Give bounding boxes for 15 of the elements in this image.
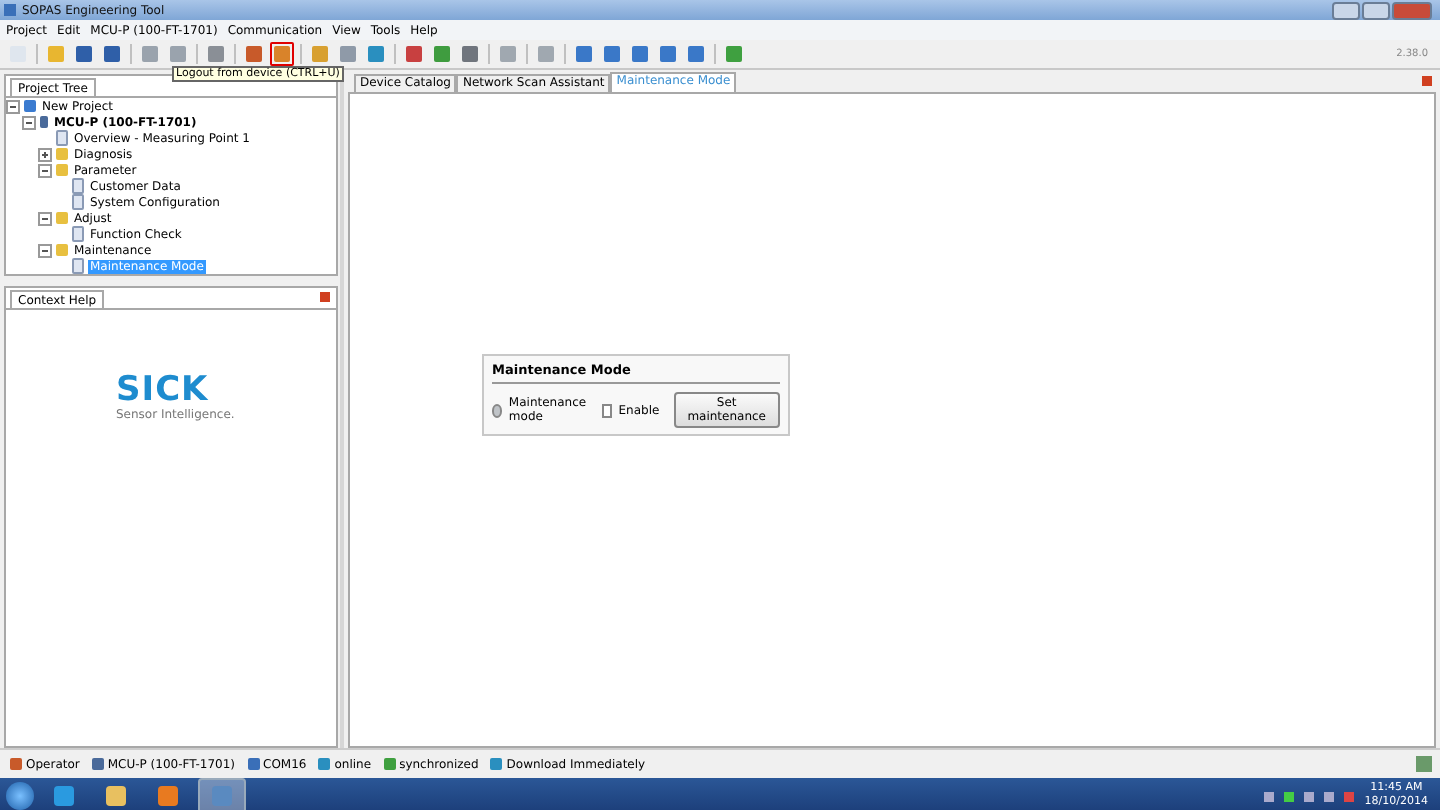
minimize-button[interactable] xyxy=(1332,1,1360,19)
close-button[interactable] xyxy=(1392,1,1432,19)
status-indicator-icon xyxy=(1416,756,1432,772)
expand-toggle[interactable] xyxy=(38,147,52,161)
app-icon xyxy=(4,4,16,16)
expand-toggle[interactable] xyxy=(38,211,52,225)
page-icon xyxy=(56,130,68,146)
expand-toggle[interactable] xyxy=(38,163,52,177)
logo-text: SICK xyxy=(116,374,209,408)
enable-checkbox[interactable] xyxy=(601,403,613,417)
maximize-button[interactable] xyxy=(1362,1,1390,19)
start-button[interactable] xyxy=(6,782,34,810)
expand-toggle[interactable] xyxy=(6,99,20,113)
expand-toggle[interactable] xyxy=(22,115,36,129)
expand-toggle[interactable] xyxy=(38,243,52,257)
